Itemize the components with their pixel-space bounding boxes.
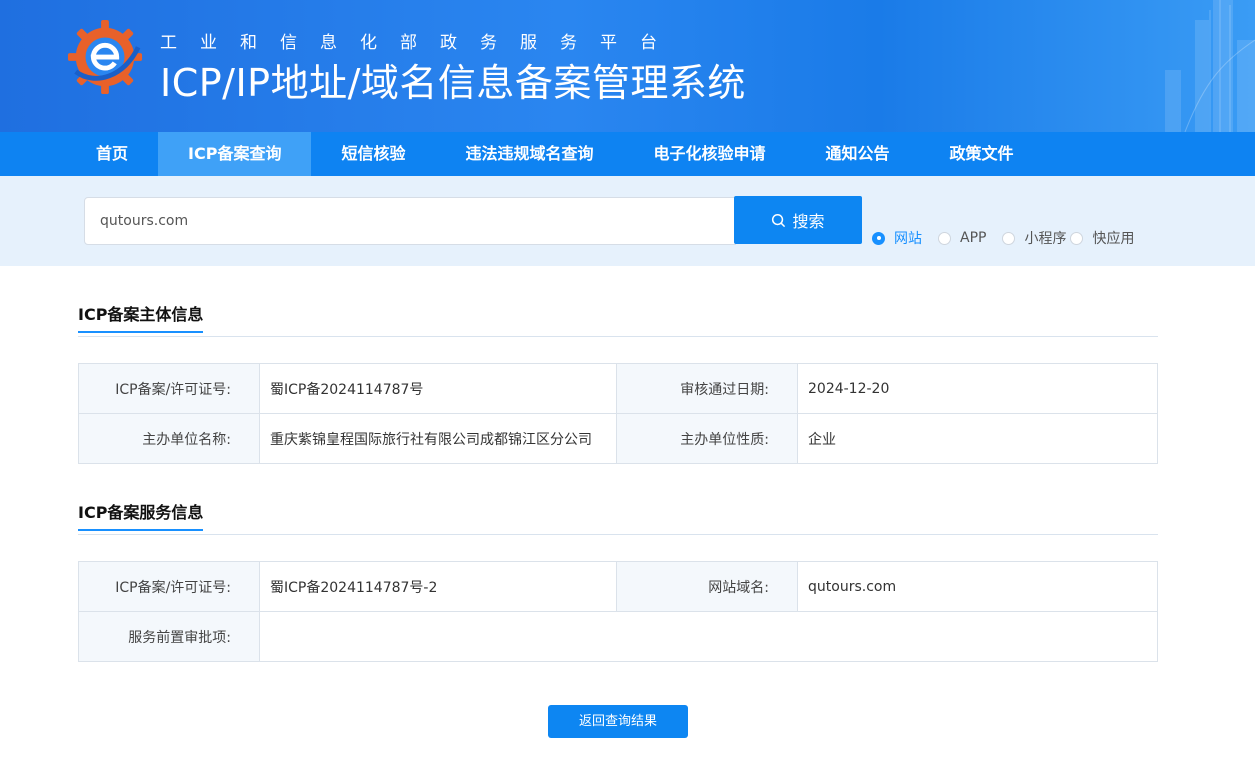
radio-dot-icon <box>872 231 885 245</box>
nav-item-e-verify-apply[interactable]: 电子化核验申请 <box>623 132 795 176</box>
back-to-results-button[interactable]: 返回查询结果 <box>548 705 688 738</box>
field-value: 企业 <box>797 413 1158 464</box>
platform-subtitle: 工业和信息化部政务服务平台 <box>160 33 680 53</box>
nav-item-icp-query[interactable]: ICP备案查询 <box>158 132 312 176</box>
radio-app[interactable]: APP <box>938 230 986 246</box>
section-title-subject: ICP备案主体信息 <box>78 301 204 333</box>
radio-dot-icon <box>1002 231 1016 245</box>
nav-item-home[interactable]: 首页 <box>66 132 158 176</box>
radio-website[interactable]: 网站 <box>872 228 922 248</box>
table-row: 服务前置审批项: <box>78 611 1158 662</box>
search-type-radio-group: 网站 APP 小程序 快应用 <box>872 228 1134 248</box>
service-info-table: ICP备案/许可证号: 蜀ICP备2024114787号-2 网站域名: qut… <box>78 561 1158 662</box>
field-label: ICP备案/许可证号: <box>78 561 260 612</box>
field-value: 重庆紫锦皇程国际旅行社有限公司成都锦江区分公司 <box>259 413 617 464</box>
field-label: 主办单位名称: <box>78 413 260 464</box>
search-input[interactable] <box>84 197 736 245</box>
header-banner: 工业和信息化部政务服务平台 ICP/IP地址/域名信息备案管理系统 <box>0 0 1255 132</box>
field-label: 主办单位性质: <box>616 413 798 464</box>
nav-item-sms-verify[interactable]: 短信核验 <box>311 132 435 176</box>
table-row: 主办单位名称: 重庆紫锦皇程国际旅行社有限公司成都锦江区分公司 主办单位性质: … <box>78 413 1158 464</box>
city-skyline-decoration <box>1165 0 1255 132</box>
search-icon <box>772 213 786 227</box>
search-area: 搜索 网站 APP 小程序 快应用 <box>0 176 1255 266</box>
nav-item-illegal-domain-query[interactable]: 违法违规域名查询 <box>435 132 623 176</box>
field-label: 网站域名: <box>616 561 798 612</box>
field-label: 审核通过日期: <box>616 363 798 414</box>
main-nav: 首页 ICP备案查询 短信核验 违法违规域名查询 电子化核验申请 通知公告 政策… <box>0 132 1255 176</box>
nav-item-policy-docs[interactable]: 政策文件 <box>920 132 1044 176</box>
table-row: ICP备案/许可证号: 蜀ICP备2024114787号 审核通过日期: 202… <box>78 363 1158 414</box>
section-divider <box>78 336 1158 337</box>
field-value: qutours.com <box>797 561 1158 612</box>
radio-label-quickapp: 快应用 <box>1092 231 1135 247</box>
system-title: ICP/IP地址/域名信息备案管理系统 <box>160 61 746 105</box>
radio-quickapp[interactable]: 快应用 <box>1070 228 1134 248</box>
gear-logo-icon <box>67 19 143 95</box>
field-label: ICP备案/许可证号: <box>78 363 260 414</box>
field-label: 服务前置审批项: <box>78 611 260 662</box>
search-button[interactable]: 搜索 <box>734 196 862 244</box>
radio-label-app: APP <box>960 230 987 246</box>
nav-item-notices[interactable]: 通知公告 <box>796 132 920 176</box>
radio-dot-icon <box>938 231 951 245</box>
field-value: 蜀ICP备2024114787号 <box>259 363 617 414</box>
radio-label-miniprogram: 小程序 <box>1024 231 1067 247</box>
radio-miniprogram[interactable]: 小程序 <box>1002 228 1066 248</box>
section-title-service: ICP备案服务信息 <box>78 499 204 531</box>
field-value: 蜀ICP备2024114787号-2 <box>259 561 617 612</box>
section-divider <box>78 534 1158 535</box>
radio-label-website: 网站 <box>894 231 922 247</box>
field-value <box>259 611 1158 662</box>
table-row: ICP备案/许可证号: 蜀ICP备2024114787号-2 网站域名: qut… <box>78 561 1158 612</box>
field-value: 2024-12-20 <box>797 363 1158 414</box>
radio-dot-icon <box>1070 231 1084 245</box>
search-button-label: 搜索 <box>792 212 825 231</box>
subject-info-table: ICP备案/许可证号: 蜀ICP备2024114787号 审核通过日期: 202… <box>78 363 1158 464</box>
